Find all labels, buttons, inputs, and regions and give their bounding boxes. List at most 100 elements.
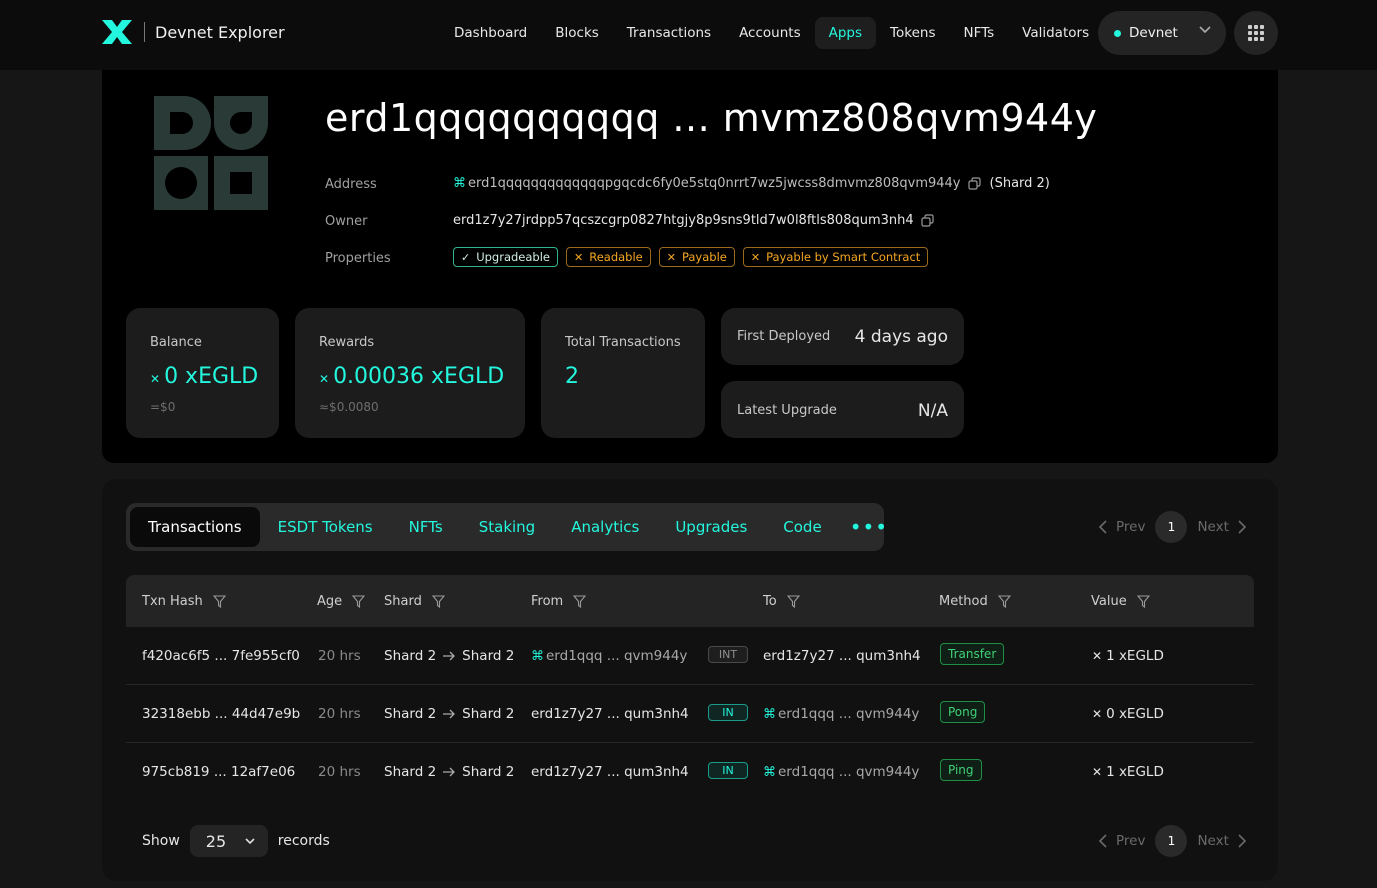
show-label: Show [142, 833, 180, 849]
prev-button[interactable]: Prev [1116, 519, 1145, 535]
filter-icon[interactable] [352, 595, 366, 608]
tab-code[interactable]: Code [765, 507, 839, 547]
egld-icon: ✕ [1092, 765, 1103, 779]
network-switcher[interactable]: Devnet [1098, 11, 1226, 55]
txn-from-link[interactable]: ⌘ erd1qqq ... qvm944y [531, 648, 687, 664]
address-value[interactable]: erd1qqqqqqqqqqqqqpgqcdc6fy0e5stq0nrrt7wz… [468, 176, 961, 191]
account-tabs: Transactions ESDT Tokens NFTs Staking An… [126, 503, 887, 551]
txn-age: 20 hrs [318, 706, 361, 722]
txn-shards: Shard 2 Shard 2 [384, 648, 515, 664]
tab-nfts[interactable]: NFTs [391, 507, 461, 547]
chevron-down-icon [1199, 26, 1211, 34]
txn-age: 20 hrs [318, 764, 361, 780]
nav-blocks[interactable]: Blocks [541, 17, 613, 49]
tab-staking[interactable]: Staking [461, 507, 553, 547]
filter-icon[interactable] [786, 595, 800, 608]
contract-avatar [154, 96, 268, 210]
cross-icon: ✕ [574, 250, 584, 264]
balance-usd: =$0 [150, 400, 176, 414]
method-badge: Transfer [940, 643, 1005, 665]
rewards-value: ✕ 0.00036 xEGLD [319, 364, 505, 389]
first-deployed-label: First Deployed [737, 329, 831, 344]
col-method: Method [939, 594, 1011, 609]
nav-accounts[interactable]: Accounts [725, 17, 815, 49]
col-age: Age [317, 594, 366, 609]
transactions-panel: Transactions ESDT Tokens NFTs Staking An… [102, 479, 1278, 881]
txn-from-link[interactable]: erd1z7y27 ... qum3nh4 [531, 764, 689, 780]
nav-transactions[interactable]: Transactions [613, 17, 725, 49]
chevron-right-icon[interactable] [1237, 520, 1247, 534]
col-value: Value [1091, 594, 1150, 609]
balance-label: Balance [150, 335, 202, 350]
smart-contract-icon: ⌘ [531, 648, 544, 664]
cross-icon: ✕ [750, 250, 761, 264]
brand-logo[interactable]: Devnet Explorer [100, 18, 285, 46]
next-button[interactable]: Next [1197, 833, 1228, 849]
multiversx-logo-icon [102, 20, 132, 44]
nav-nfts[interactable]: NFTs [949, 17, 1008, 49]
cross-icon: ✕ [666, 250, 676, 264]
egld-icon: ✕ [1092, 649, 1103, 663]
txn-to-link[interactable]: ⌘ erd1qqq ... qvm944y [763, 706, 919, 722]
txn-shards: Shard 2 Shard 2 [384, 764, 515, 780]
properties-list: ✓ Upgradeable ✕ Readable ✕ Payable ✕ Pay… [453, 247, 929, 267]
direction-badge: IN [708, 762, 748, 779]
owner-row: erd1z7y27jrdpp57qcszcgrp0827htgjy8p9sns9… [453, 213, 934, 228]
network-label: Devnet [1129, 25, 1178, 41]
filter-icon[interactable] [573, 595, 587, 608]
top-bar: Devnet Explorer Dashboard Blocks Transac… [0, 0, 1377, 70]
nav-dashboard[interactable]: Dashboard [440, 17, 541, 49]
col-shard: Shard [384, 594, 445, 609]
nav-apps[interactable]: Apps [814, 17, 877, 49]
latest-upgrade-card: Latest Upgrade N/A [721, 381, 964, 438]
rewards-label: Rewards [319, 335, 375, 350]
copy-icon[interactable] [967, 177, 981, 190]
address-row: ⌘ erd1qqqqqqqqqqqqqpgqcdc6fy0e5stq0nrrt7… [453, 176, 1050, 191]
nav-validators[interactable]: Validators [1008, 17, 1103, 49]
owner-label: Owner [325, 214, 368, 229]
filter-icon[interactable] [212, 595, 226, 608]
chevron-left-icon[interactable] [1098, 834, 1108, 848]
table-header: Txn Hash Age Shard From To Method Value [126, 575, 1254, 627]
more-tabs-icon[interactable]: ••• [840, 507, 898, 547]
filter-icon[interactable] [997, 595, 1011, 608]
txn-hash-link[interactable]: f420ac6f5 ... 7fe955cf0 [142, 648, 300, 664]
page-size-control: Show 25 records [142, 825, 330, 857]
table-row: f420ac6f5 ... 7fe955cf0 20 hrs Shard 2 S… [126, 627, 1254, 685]
network-status-dot [1114, 29, 1121, 37]
filter-icon[interactable] [1136, 595, 1150, 608]
rewards-card: Rewards ✕ 0.00036 xEGLD ≈$0.0080 [295, 308, 525, 438]
tab-upgrades[interactable]: Upgrades [657, 507, 765, 547]
tab-transactions[interactable]: Transactions [130, 507, 260, 547]
properties-label: Properties [325, 251, 391, 266]
copy-icon[interactable] [921, 214, 934, 227]
col-from: From [531, 594, 587, 609]
nav-tokens[interactable]: Tokens [876, 17, 949, 49]
logo-separator [144, 22, 145, 42]
txn-value: ✕ 1 xEGLD [1092, 764, 1164, 780]
txn-hash-link[interactable]: 975cb819 ... 12af7e06 [142, 764, 295, 780]
next-button[interactable]: Next [1197, 519, 1228, 535]
owner-value[interactable]: erd1z7y27jrdpp57qcszcgrp0827htgjy8p9sns9… [453, 213, 914, 228]
tab-analytics[interactable]: Analytics [553, 507, 657, 547]
filter-icon[interactable] [431, 595, 445, 608]
rewards-usd: ≈$0.0080 [319, 400, 379, 414]
txn-to-link[interactable]: ⌘ erd1qqq ... qvm944y [763, 764, 919, 780]
main-nav: Dashboard Blocks Transactions Accounts A… [440, 17, 1103, 49]
apps-menu-button[interactable] [1234, 11, 1278, 55]
tab-esdt-tokens[interactable]: ESDT Tokens [260, 507, 391, 547]
txn-to-link[interactable]: erd1z7y27 ... qum3nh4 [763, 648, 921, 664]
txn-from-link[interactable]: erd1z7y27 ... qum3nh4 [531, 706, 689, 722]
chevron-left-icon[interactable] [1098, 520, 1108, 534]
arrow-right-icon [443, 767, 456, 777]
page-size-select[interactable]: 25 [189, 825, 268, 857]
total-transactions-label: Total Transactions [565, 335, 681, 350]
chevron-right-icon[interactable] [1237, 834, 1247, 848]
current-page[interactable]: 1 [1155, 825, 1188, 857]
prev-button[interactable]: Prev [1116, 833, 1145, 849]
col-txn-hash: Txn Hash [142, 594, 226, 609]
latest-upgrade-value: N/A [917, 401, 948, 421]
records-label: records [277, 833, 330, 849]
current-page[interactable]: 1 [1155, 511, 1188, 543]
txn-hash-link[interactable]: 32318ebb ... 44d47e9b [142, 706, 300, 722]
